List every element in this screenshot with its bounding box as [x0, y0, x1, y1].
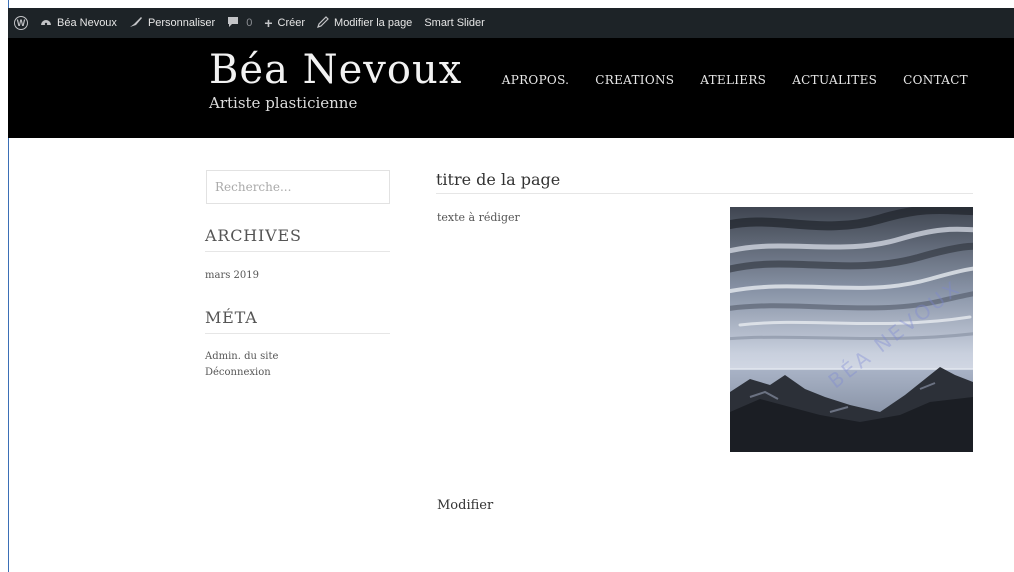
site-name-menu[interactable]: Béa Nevoux [34, 8, 123, 38]
meta-link-admin[interactable]: Admin. du site [205, 351, 278, 362]
pencil-icon [317, 15, 329, 31]
customize-link[interactable]: Personnaliser [123, 8, 221, 38]
site-title[interactable]: Béa Nevoux [209, 48, 462, 92]
nav-item-creations[interactable]: CREATIONS [595, 73, 674, 87]
window-top-edge [0, 0, 1014, 5]
site-tagline: Artiste plasticienne [209, 94, 358, 112]
edit-page-link-footer[interactable]: Modifier [437, 498, 493, 513]
archives-heading: ARCHIVES [205, 226, 390, 252]
nav-item-ateliers[interactable]: ATELIERS [700, 73, 766, 87]
customize-label: Personnaliser [147, 17, 216, 29]
site-header: Béa Nevoux Artiste plasticienne APROPOS.… [8, 38, 1014, 138]
create-label: Créer [277, 17, 306, 29]
smart-slider-link[interactable]: Smart Slider [418, 8, 491, 38]
edit-page-label: Modifier la page [334, 17, 413, 29]
nav-item-apropos[interactable]: APROPOS. [502, 73, 570, 87]
brush-icon [129, 16, 143, 31]
comments-link[interactable]: 0 [221, 8, 258, 38]
meta-link-logout[interactable]: Déconnexion [205, 367, 271, 378]
comment-icon [227, 16, 239, 31]
wp-admin-bar: W Béa Nevoux Personnaliser 0 + Créer Mod… [8, 8, 1014, 38]
edit-page-link[interactable]: Modifier la page [311, 8, 418, 38]
new-content-menu[interactable]: + Créer [258, 8, 311, 38]
wordpress-icon: W [14, 16, 28, 30]
nav-item-contact[interactable]: CONTACT [903, 73, 968, 87]
meta-heading: MÉTA [205, 308, 390, 334]
site-name-label: Béa Nevoux [57, 17, 117, 29]
page-title: titre de la page [436, 170, 973, 194]
page-body-text: texte à rédiger [437, 211, 520, 224]
search-input[interactable] [206, 170, 390, 204]
nav-item-actualites[interactable]: ACTUALITES [792, 73, 877, 87]
smart-slider-label: Smart Slider [424, 17, 485, 29]
plus-icon: + [264, 15, 273, 31]
archive-link-mars-2019[interactable]: mars 2019 [205, 270, 259, 281]
wp-logo-menu[interactable]: W [8, 8, 34, 38]
dashboard-icon [40, 16, 52, 31]
comments-count: 0 [246, 17, 253, 29]
main-navigation: APROPOS. CREATIONS ATELIERS ACTUALITES C… [476, 73, 968, 87]
artwork-image[interactable]: BÉA NEVOUX [730, 207, 973, 452]
